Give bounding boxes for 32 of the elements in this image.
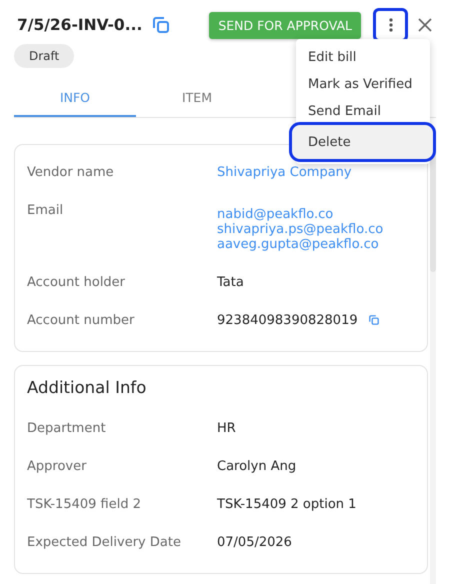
status-chip: Draft	[14, 44, 74, 68]
card-title: Additional Info	[27, 377, 148, 399]
tab[interactable]: ITEM	[136, 90, 258, 117]
email-link[interactable]: nabid@peakflo.co	[217, 206, 415, 222]
menu-item[interactable]: Send Email	[296, 98, 430, 125]
field-label: TSK-15409 field 2	[27, 496, 142, 512]
field-value: Carolyn Ang	[217, 458, 298, 474]
email-link[interactable]: aaveg.gupta@peakflo.co	[217, 236, 415, 252]
field-value: HR	[217, 420, 237, 436]
field-label: Account number	[27, 312, 136, 328]
field-label: Vendor name	[27, 164, 115, 180]
field-label: Approver	[27, 458, 88, 474]
field-value: 07/05/2026	[217, 534, 293, 550]
send-for-approval-button[interactable]: SEND FOR APPROVAL	[209, 12, 361, 38]
copy-icon[interactable]	[151, 15, 172, 35]
close-button[interactable]	[418, 18, 432, 32]
menu-item[interactable]: Delete	[292, 125, 433, 159]
copy-icon[interactable]	[368, 314, 380, 326]
field-label: Expected Delivery Date	[27, 534, 182, 550]
tab[interactable]: INFO	[14, 90, 136, 117]
field-label: Email	[27, 202, 64, 220]
vendor-link[interactable]: Shivapriya Company	[217, 164, 415, 180]
field-value: 92384098390828019	[217, 312, 358, 328]
bill-title: 7/5/26-INV-0...	[17, 16, 142, 34]
menu-item[interactable]: Mark as Verified	[296, 71, 430, 98]
field-value: TSK-15409 2 option 1	[217, 496, 358, 512]
more-icon	[388, 18, 392, 32]
field-label: Department	[27, 420, 107, 436]
field-value: Tata	[217, 274, 245, 290]
field-label: Account holder	[27, 274, 126, 290]
menu-item[interactable]: Edit bill	[296, 44, 430, 71]
email-link[interactable]: shivapriya.ps@peakflo.co	[217, 222, 415, 236]
